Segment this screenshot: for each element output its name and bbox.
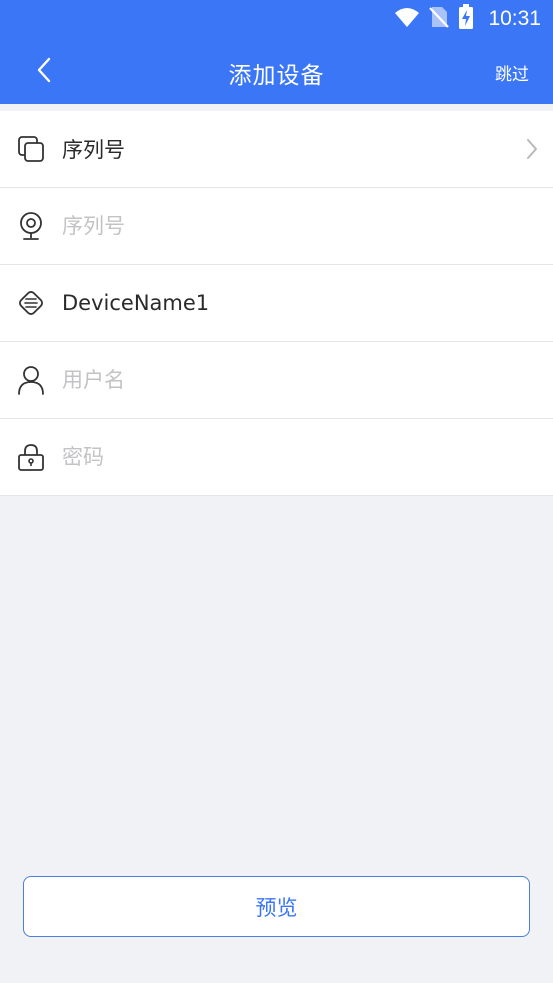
password-input[interactable] [62,445,503,469]
device-name-row [0,265,553,342]
serial-number-row [0,188,553,265]
user-icon [16,365,46,395]
skip-button[interactable]: 跳过 [495,60,529,85]
wifi-icon [394,6,420,32]
camera-icon [16,211,46,241]
status-bar: 10:31 [0,0,553,38]
page-title: 添加设备 [228,63,325,89]
device-type-icon [16,134,46,164]
device-type-label: 序列号 [62,138,125,162]
serial-number-input[interactable] [62,214,503,238]
no-sim-icon [428,5,450,33]
status-time: 10:31 [488,7,541,30]
preview-button[interactable]: 预览 [23,876,530,937]
chevron-right-icon [525,138,539,160]
app-bar: 添加设备 跳过 [0,38,553,104]
device-type-selector[interactable]: 序列号 [0,111,553,188]
add-device-form: 序列号 [0,111,553,496]
status-icons: 10:31 [394,4,541,34]
lock-icon [16,442,46,472]
username-input[interactable] [62,368,503,392]
password-row [0,419,553,496]
tag-icon [16,288,46,318]
battery-charging-icon [458,4,474,34]
username-row [0,342,553,419]
device-name-input[interactable] [62,291,503,315]
